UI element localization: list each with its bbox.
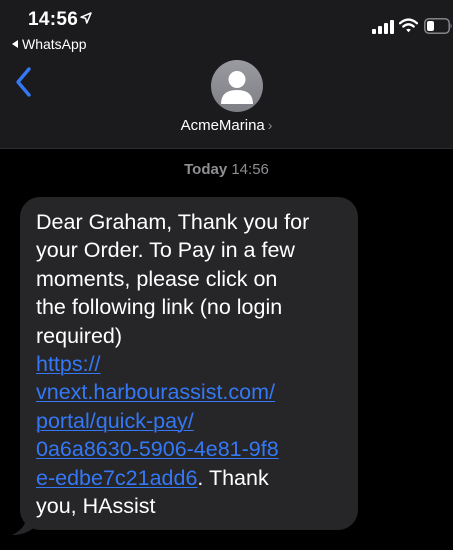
message-text-line: the following link (no login <box>36 295 283 320</box>
back-triangle-icon <box>12 40 18 48</box>
messages-screen: 14:56 WhatsApp AcmeMarina › Today 14:56 … <box>0 0 453 550</box>
battery-icon <box>424 18 452 34</box>
payment-link[interactable]: 0a6a8630-5906-4e81-9f8 <box>36 437 279 461</box>
person-avatar-icon <box>221 71 253 104</box>
message-closing: you, HAssist <box>36 494 156 519</box>
contact-avatar[interactable] <box>211 60 263 112</box>
timestamp-day: Today <box>184 161 228 178</box>
payment-link[interactable]: vnext.harbourassist.com/ <box>36 380 275 404</box>
payment-link[interactable]: e-edbe7c21add6 <box>36 466 197 490</box>
incoming-message-bubble[interactable]: Dear Graham, Thank you for your Order. T… <box>20 197 358 530</box>
message-text-after-link: . Thank <box>197 465 269 490</box>
chevron-left-icon[interactable] <box>12 64 36 100</box>
message-text-line: required) <box>36 323 123 348</box>
back-to-app-link[interactable]: WhatsApp <box>12 36 87 52</box>
payment-link[interactable]: https:// <box>36 352 101 376</box>
message-text-line: your Order. To Pay in a few <box>36 238 295 263</box>
contact-name: AcmeMarina <box>180 117 265 134</box>
timestamp-time: 14:56 <box>231 161 269 178</box>
back-app-label: WhatsApp <box>22 36 87 52</box>
location-arrow-icon <box>80 12 92 24</box>
status-time: 14:56 <box>28 9 79 30</box>
message-timestamp: Today 14:56 <box>0 161 453 178</box>
message-text-line: moments, please click on <box>36 266 278 291</box>
payment-link[interactable]: portal/quick-pay/ <box>36 409 194 433</box>
wifi-icon <box>399 18 418 33</box>
contact-name-button[interactable]: AcmeMarina › <box>0 117 453 134</box>
chevron-right-icon: › <box>267 117 273 133</box>
conversation-header: 14:56 WhatsApp AcmeMarina › <box>0 0 453 149</box>
cellular-signal-icon <box>372 20 394 34</box>
message-text-line: Dear Graham, Thank you for <box>36 210 310 234</box>
